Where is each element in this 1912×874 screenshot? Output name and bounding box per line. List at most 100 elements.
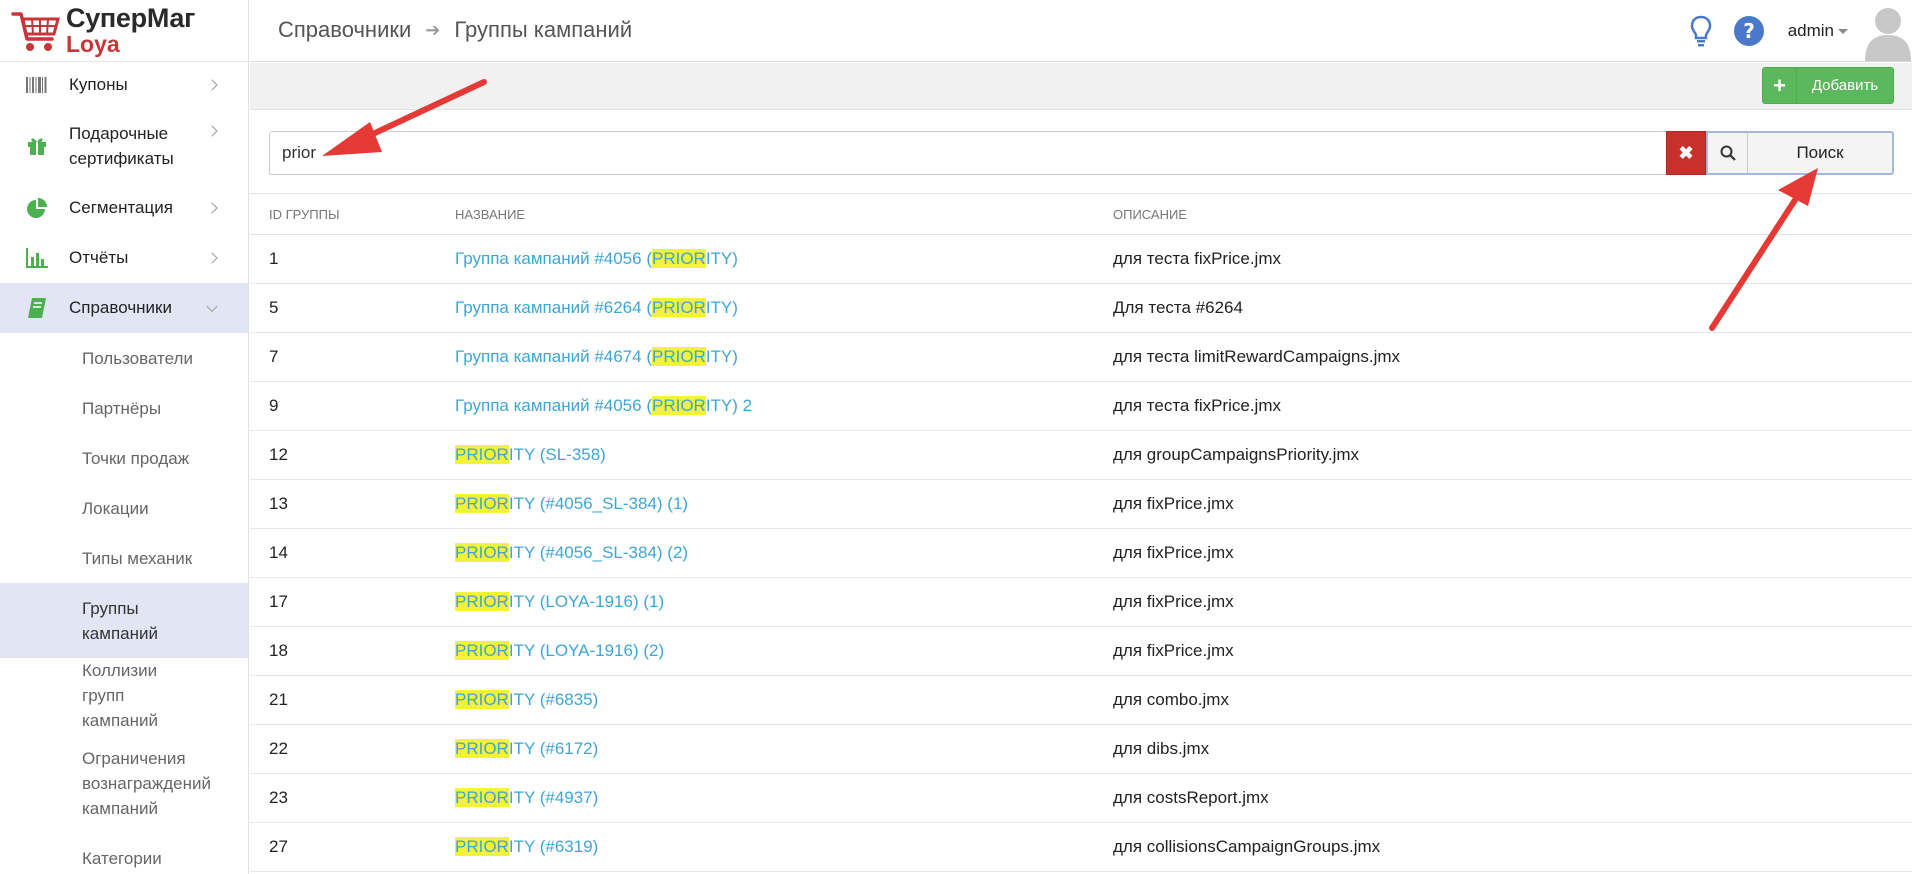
search-button[interactable]: Поиск xyxy=(1706,131,1894,175)
sidebar-subitem-label: Партнёры xyxy=(82,398,162,418)
cell-name: PRIORITY (#6172) xyxy=(455,739,1113,759)
column-header-description[interactable]: Описание xyxy=(1113,207,1912,222)
campaign-group-link[interactable]: PRIORITY (#6172) xyxy=(455,739,598,758)
search-highlight: PRIOR xyxy=(455,445,509,464)
table-row: 23 PRIORITY (#4937) для costsReport.jmx xyxy=(250,774,1912,823)
plus-icon: + xyxy=(1763,68,1797,103)
table-row: 14 PRIORITY (#4056_SL-384) (2) для fixPric… xyxy=(250,529,1912,578)
cell-name: PRIORITY (#6835) xyxy=(455,690,1113,710)
campaign-group-link[interactable]: PRIORITY (#6319) xyxy=(455,837,598,856)
bar-chart-icon xyxy=(26,247,48,269)
campaign-group-link[interactable]: PRIORITY (#4937) xyxy=(455,788,598,807)
sidebar-subitem-label: Пользователи xyxy=(82,348,193,368)
sidebar-subitem-campaign-reward-limits[interactable]: Ограничения вознаграждений кампаний xyxy=(0,733,248,833)
cell-description: для costsReport.jmx xyxy=(1113,788,1269,807)
sidebar-item-segmentation[interactable]: Сегментация xyxy=(0,183,248,233)
search-input[interactable] xyxy=(269,131,1666,175)
name-prefix: Группа кампаний #6264 ( xyxy=(455,298,652,317)
caret-down-icon[interactable] xyxy=(1838,28,1848,34)
campaign-group-link[interactable]: PRIORITY (#4056_SL-384) (2) xyxy=(455,543,688,562)
cell-description: для теста limitRewardCampaigns.jmx xyxy=(1113,347,1401,366)
campaign-group-link[interactable]: Группа кампаний #4056 (PRIORITY) 2 xyxy=(455,396,752,415)
search-highlight: PRIOR xyxy=(651,347,706,366)
campaign-group-link[interactable]: PRIORITY (SL-358) xyxy=(455,445,606,464)
sidebar-item-reports[interactable]: Отчёты xyxy=(0,233,248,283)
avatar[interactable] xyxy=(1864,1,1912,61)
sidebar-subitem-label: Группы кампаний xyxy=(82,598,158,643)
sidebar-subitem-label: Локации xyxy=(82,498,149,518)
sidebar-subitem-locations[interactable]: Локации xyxy=(0,483,248,533)
sidebar-subitem-campaign-group-collisions[interactable]: Коллизии групп кампаний xyxy=(0,658,248,733)
sidebar-item-label: Сегментация xyxy=(69,198,173,217)
campaign-group-link[interactable]: PRIORITY (LOYA-1916) (2) xyxy=(455,641,664,660)
chevron-right-icon xyxy=(206,124,218,137)
campaign-group-link[interactable]: PRIORITY (#4056_SL-384) (1) xyxy=(455,494,688,513)
search-icon xyxy=(1708,133,1748,173)
cell-name: PRIORITY (LOYA-1916) (2) xyxy=(455,641,1113,661)
table-row: 18 PRIORITY (LOYA-1916) (2) для fixPrice.j… xyxy=(250,627,1912,676)
sidebar-subitem-points-of-sale[interactable]: Точки продаж xyxy=(0,433,248,483)
table-row: 1 Группа кампаний #4056 (PRIORITY) для тес… xyxy=(250,235,1912,284)
logo-title: СуперМаг xyxy=(66,2,196,33)
barcode-icon xyxy=(26,74,48,96)
close-icon: ✖ xyxy=(1678,142,1694,163)
table-row: 17 PRIORITY (LOYA-1916) (1) для fixPrice.j… xyxy=(250,578,1912,627)
search-highlight: PRIOR xyxy=(651,396,706,415)
logo-subtitle: Loya xyxy=(66,30,120,57)
campaign-group-link[interactable]: Группа кампаний #4674 (PRIORITY) xyxy=(455,347,738,366)
search-highlight: PRIOR xyxy=(455,543,509,562)
svg-text:?: ? xyxy=(1743,19,1755,43)
column-header-name[interactable]: Название xyxy=(455,207,1113,222)
cell-id: 27 xyxy=(269,837,288,856)
campaign-group-link[interactable]: Группа кампаний #6264 (PRIORITY) xyxy=(455,298,738,317)
campaign-group-link[interactable]: Группа кампаний #4056 (PRIORITY) xyxy=(455,249,738,268)
logo[interactable]: СуперМаг Loya xyxy=(0,0,248,62)
book-icon xyxy=(26,297,48,319)
column-header-id[interactable]: ID группы xyxy=(250,207,455,222)
cell-description: для dibs.jmx xyxy=(1113,739,1210,758)
cell-name: Группа кампаний #4674 (PRIORITY) xyxy=(455,347,1113,367)
action-bar: + Добавить xyxy=(250,63,1912,110)
name-suffix: ITY) xyxy=(705,347,738,366)
sidebar-subitem-mechanic-types[interactable]: Типы механик xyxy=(0,533,248,583)
chevron-down-icon xyxy=(206,300,218,313)
table-row: 5 Группа кампаний #6264 (PRIORITY) Для тес… xyxy=(250,284,1912,333)
name-suffix: ITY (#4056_SL-384) (2) xyxy=(508,543,689,562)
help-icon[interactable]: ? xyxy=(1732,14,1766,48)
cell-name: PRIORITY (#4056_SL-384) (1) xyxy=(455,494,1113,514)
clear-search-button[interactable]: ✖ xyxy=(1666,131,1706,175)
sidebar-subitem-campaign-groups[interactable]: Группы кампаний xyxy=(0,583,248,658)
cell-name: PRIORITY (LOYA-1916) (1) xyxy=(455,592,1113,612)
sidebar-item-gift-certificates[interactable]: Подарочные сертификаты xyxy=(0,108,248,183)
table-row: 27 PRIORITY (#6319) для collisionsCampaign… xyxy=(250,823,1912,872)
cell-description: для fixPrice.jmx xyxy=(1113,494,1234,513)
cell-description: для теста fixPrice.jmx xyxy=(1113,249,1281,268)
sidebar-subitem-users[interactable]: Пользователи xyxy=(0,333,248,383)
sidebar-subitem-categories[interactable]: Категории xyxy=(0,833,248,874)
campaign-group-link[interactable]: PRIORITY (#6835) xyxy=(455,690,598,709)
cell-id: 1 xyxy=(269,249,279,268)
cell-description: для collisionsCampaignGroups.jmx xyxy=(1113,837,1381,856)
breadcrumb: Справочники ➔ Группы кампаний xyxy=(278,17,632,43)
cell-description: для fixPrice.jmx xyxy=(1113,592,1234,611)
sidebar: СуперМаг Loya Купоны Подарочные сертифик… xyxy=(0,0,249,874)
breadcrumb-parent[interactable]: Справочники xyxy=(278,17,411,43)
lightbulb-icon[interactable] xyxy=(1684,14,1718,48)
chevron-right-icon xyxy=(206,79,218,91)
add-button[interactable]: + Добавить xyxy=(1762,67,1894,104)
campaign-group-link[interactable]: PRIORITY (LOYA-1916) (1) xyxy=(455,592,664,611)
search-highlight: PRIOR xyxy=(455,592,509,611)
cell-name: PRIORITY (#4056_SL-384) (2) xyxy=(455,543,1113,563)
name-suffix: ITY) 2 xyxy=(705,396,753,415)
sidebar-item-label: Подарочные сертификаты xyxy=(69,123,174,168)
user-menu[interactable]: admin xyxy=(1788,21,1834,41)
cell-id: 18 xyxy=(269,641,288,660)
sidebar-item-coupons[interactable]: Купоны xyxy=(0,62,248,108)
add-button-label: Добавить xyxy=(1811,77,1879,94)
sidebar-subitem-partners[interactable]: Партнёры xyxy=(0,383,248,433)
sidebar-subitem-label: Категории xyxy=(82,848,162,868)
sidebar-item-directories[interactable]: Справочники xyxy=(0,283,248,333)
sidebar-item-label: Купоны xyxy=(69,75,128,94)
cell-id: 9 xyxy=(269,396,279,415)
cell-id: 7 xyxy=(269,347,279,366)
